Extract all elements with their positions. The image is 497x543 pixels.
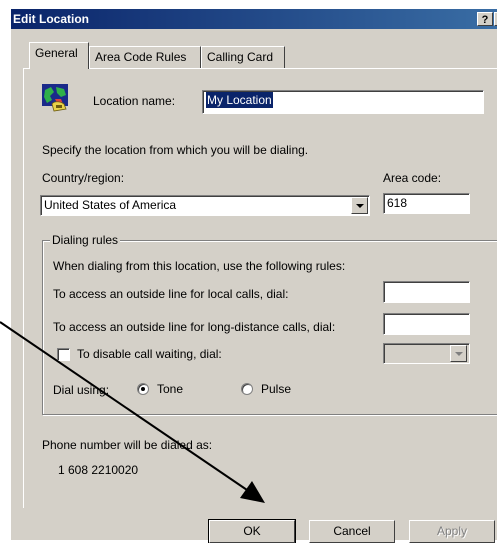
long-distance-input[interactable] xyxy=(383,313,470,335)
dialing-rules-heading: Dialing rules xyxy=(50,233,121,247)
help-button[interactable]: ? xyxy=(477,12,493,26)
location-globe-phone-icon xyxy=(42,84,68,112)
call-waiting-select[interactable] xyxy=(383,343,470,364)
long-distance-label: To access an outside line for long-dista… xyxy=(53,320,336,334)
title-bar[interactable]: Edit Location ? × xyxy=(11,9,497,29)
local-calls-label: To access an outside line for local call… xyxy=(53,287,289,301)
country-region-select[interactable]: United States of America xyxy=(40,195,370,216)
area-code-input[interactable]: 618 xyxy=(383,193,470,214)
tab-general[interactable]: General xyxy=(29,42,89,69)
disable-call-waiting-label[interactable]: To disable call waiting, dial: xyxy=(77,347,222,361)
phone-preview-label: Phone number will be dialed as: xyxy=(42,438,213,452)
chevron-down-icon xyxy=(356,204,364,208)
location-name-label: Location name: xyxy=(93,94,176,108)
country-region-label: Country/region: xyxy=(42,171,125,185)
phone-preview-number: 1 608 2210020 xyxy=(58,463,139,477)
tone-label[interactable]: Tone xyxy=(157,382,183,396)
window-title: Edit Location xyxy=(13,12,89,26)
location-name-input[interactable]: My Location xyxy=(202,90,484,114)
tone-radio[interactable] xyxy=(137,383,149,395)
tab-calling-card[interactable]: Calling Card xyxy=(201,46,285,68)
pulse-label[interactable]: Pulse xyxy=(261,382,291,396)
dial-using-label: Dial using: xyxy=(53,383,110,397)
local-calls-input[interactable] xyxy=(383,281,470,303)
country-dropdown-button[interactable] xyxy=(351,197,368,214)
tab-area-code-rules[interactable]: Area Code Rules xyxy=(89,46,201,68)
pulse-radio[interactable] xyxy=(241,383,253,395)
radio-selected-dot xyxy=(141,387,145,391)
location-name-value: My Location xyxy=(206,92,273,108)
country-region-value: United States of America xyxy=(44,198,177,212)
chevron-down-icon xyxy=(455,352,463,356)
dialing-rules-intro: When dialing from this location, use the… xyxy=(53,259,346,273)
call-waiting-dropdown-button[interactable] xyxy=(450,345,467,362)
area-code-label: Area code: xyxy=(383,171,442,185)
specify-instructions: Specify the location from which you will… xyxy=(42,143,309,157)
disable-call-waiting-checkbox[interactable] xyxy=(57,348,70,361)
